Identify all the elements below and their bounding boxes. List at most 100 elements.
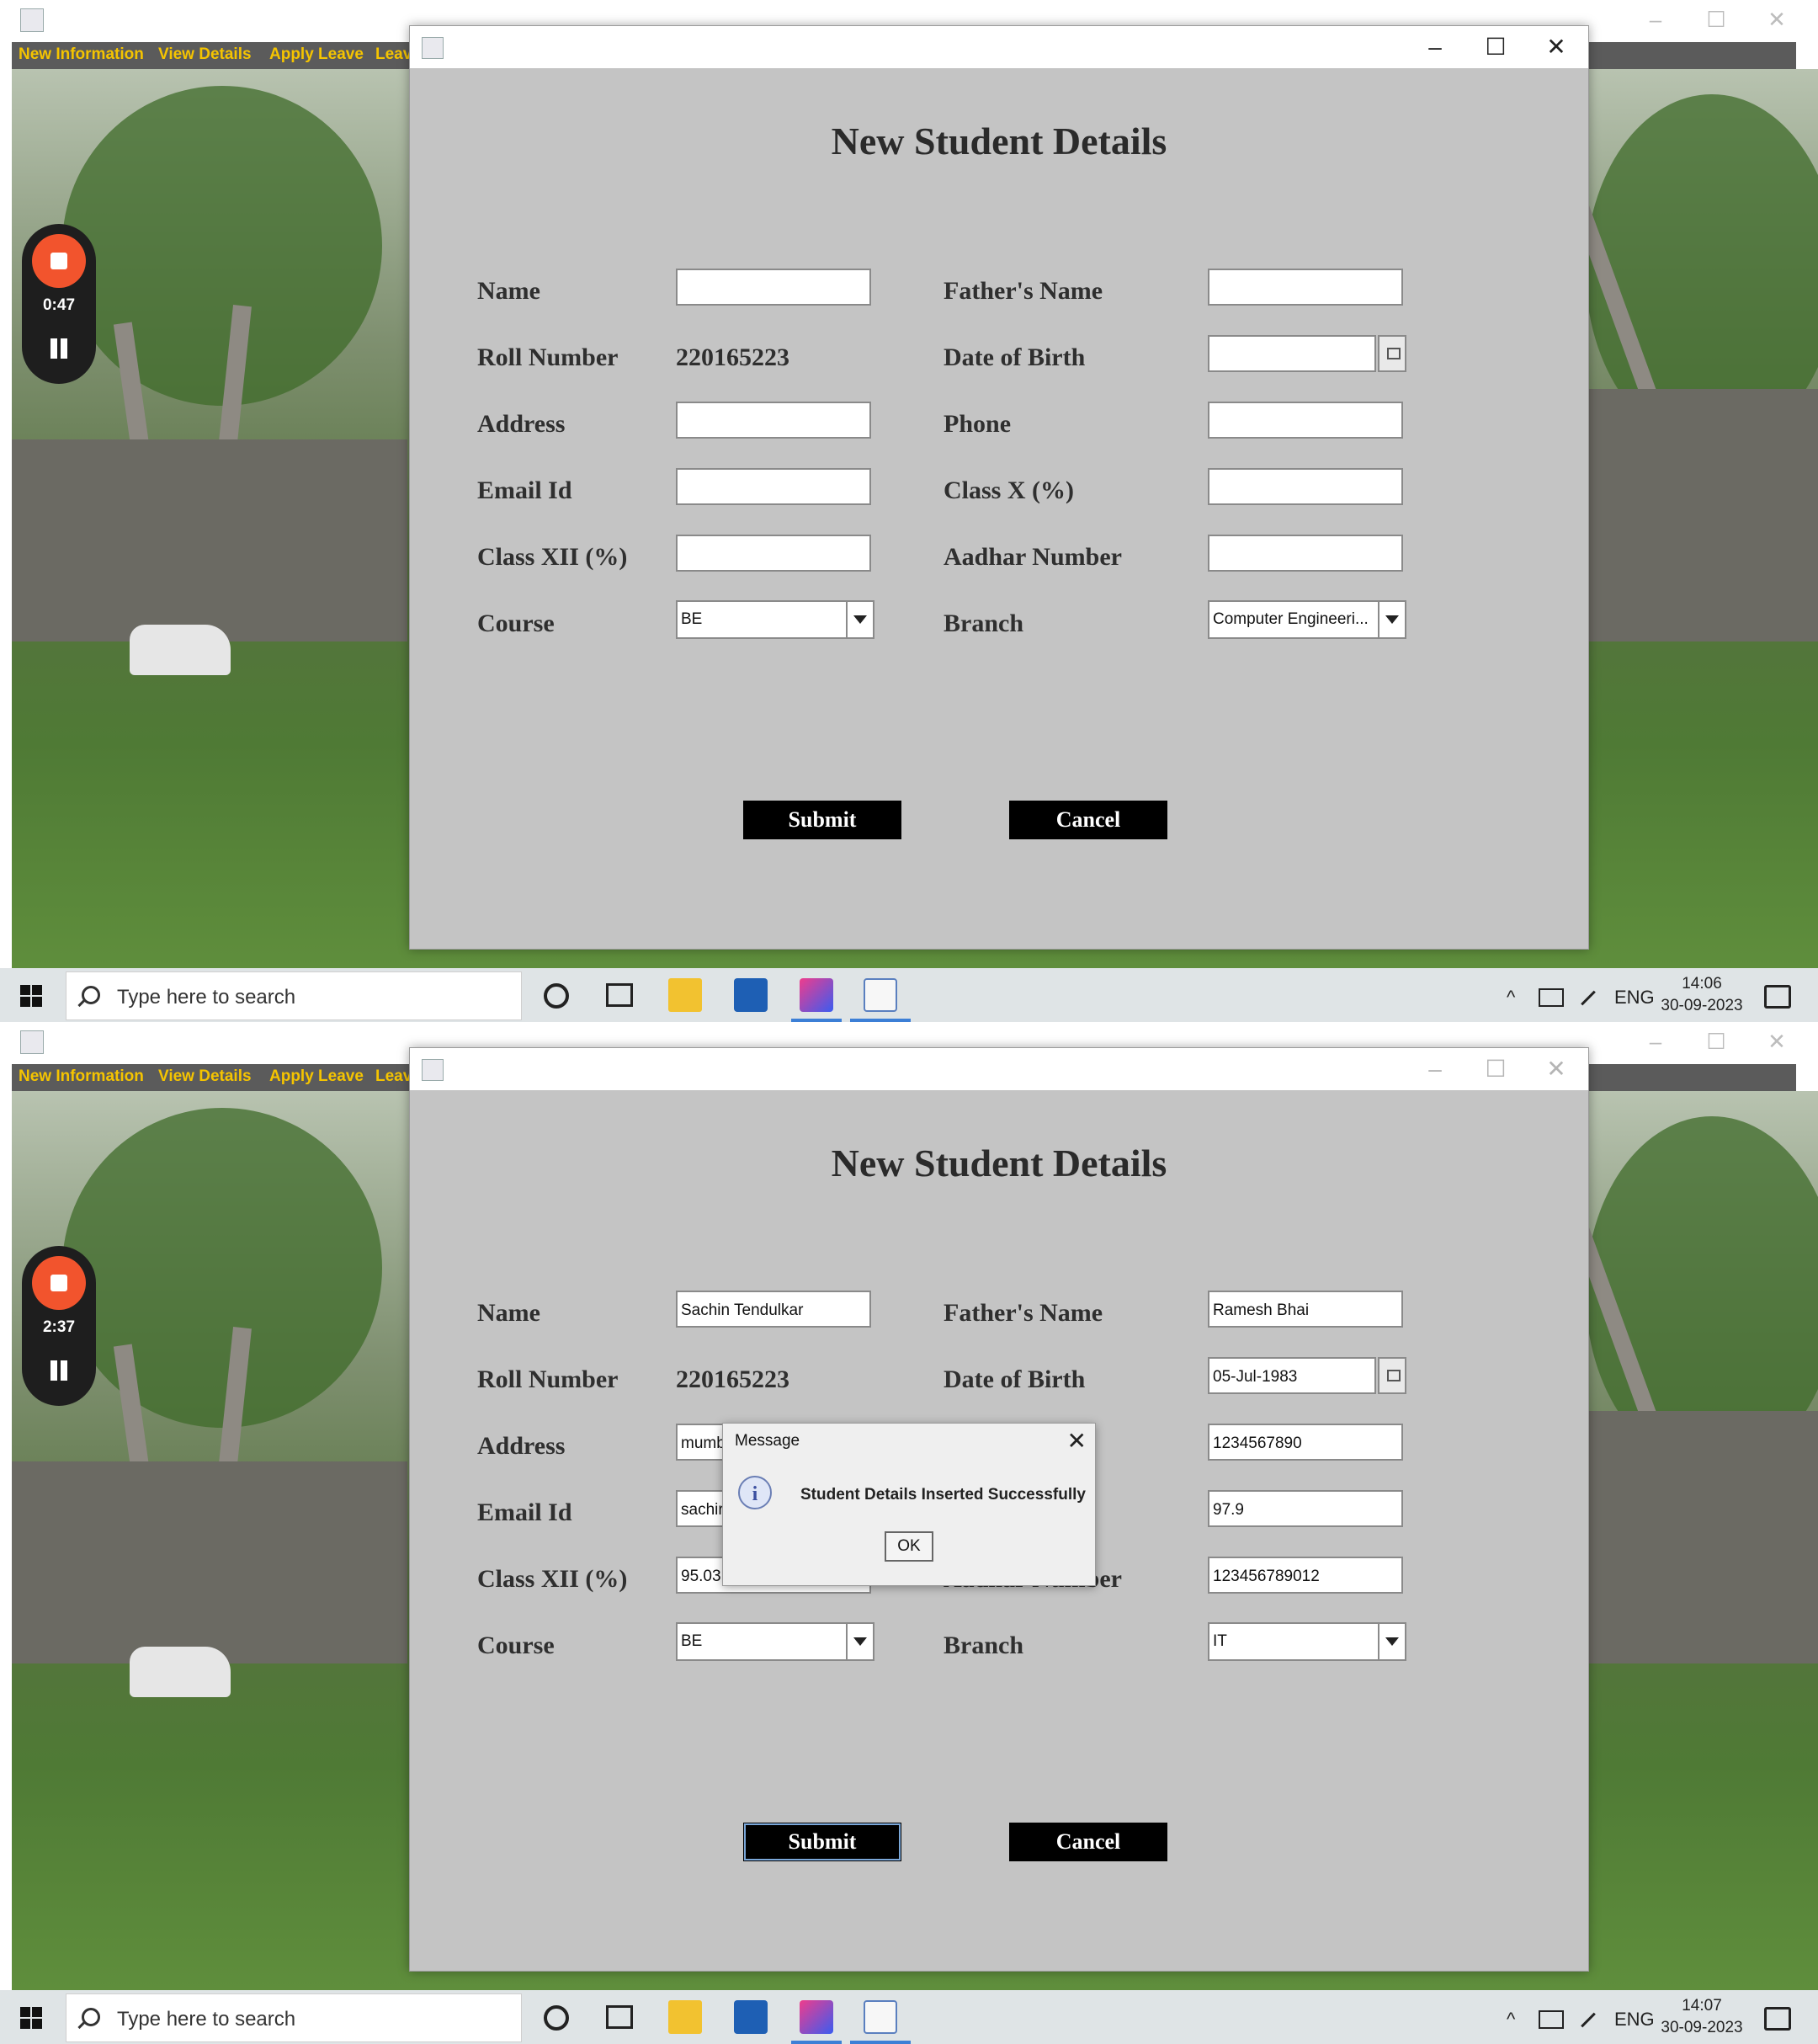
show-hidden-icons-icon[interactable]: ^	[1507, 2009, 1515, 2031]
cortana-icon[interactable]	[544, 2005, 569, 2031]
menu-view-details[interactable]: View Details	[158, 45, 252, 64]
close-button[interactable]: ✕	[1747, 3, 1806, 35]
aadhar-field[interactable]	[1208, 535, 1403, 572]
maximize-button[interactable]: ☐	[1470, 1053, 1521, 1085]
battery-icon[interactable]	[1539, 988, 1564, 1007]
menu-leave[interactable]: Leav	[375, 45, 412, 64]
chevron-down-icon[interactable]	[846, 1624, 873, 1659]
menu-leave[interactable]: Leav	[375, 1067, 412, 1086]
class-x-label: Class X (%)	[944, 476, 1074, 504]
name-field[interactable]: Sachin Tendulkar	[676, 1291, 871, 1328]
stop-recording-icon[interactable]	[32, 1256, 86, 1310]
menu-new-information[interactable]: New Information	[19, 45, 144, 64]
java-app-icon	[20, 1030, 44, 1054]
java-app-icon[interactable]	[864, 2000, 897, 2034]
windows-start-icon[interactable]	[20, 2007, 42, 2029]
roll-number-value: 220165223	[676, 343, 789, 371]
maximize-button[interactable]: ☐	[1687, 1025, 1746, 1057]
store-icon[interactable]	[734, 2000, 768, 2034]
java-app-icon	[422, 37, 444, 59]
search-placeholder: Type here to search	[117, 2008, 296, 2031]
minimize-button[interactable]: –	[1626, 1025, 1685, 1057]
pen-icon[interactable]	[1581, 990, 1596, 1006]
intellij-icon[interactable]	[800, 2000, 833, 2034]
chevron-down-icon[interactable]	[1378, 1624, 1405, 1659]
stop-recording-icon[interactable]	[32, 234, 86, 288]
intellij-icon[interactable]	[800, 978, 833, 1012]
pause-icon[interactable]	[47, 1360, 71, 1382]
dob-field[interactable]: 05-Jul-1983	[1208, 1357, 1376, 1394]
email-field[interactable]	[676, 468, 871, 505]
close-icon[interactable]: ✕	[1067, 1427, 1087, 1455]
language-indicator[interactable]: ENG	[1614, 987, 1655, 1009]
task-view-icon[interactable]	[606, 983, 633, 1007]
pen-icon[interactable]	[1581, 2012, 1596, 2028]
close-button[interactable]: ✕	[1531, 1053, 1581, 1085]
chevron-down-icon[interactable]	[1378, 602, 1405, 637]
language-indicator[interactable]: ENG	[1614, 2009, 1655, 2031]
submit-button[interactable]: Submit	[743, 801, 901, 839]
clock-date: 30-09-2023	[1661, 997, 1743, 1014]
aadhar-field[interactable]: 123456789012	[1208, 1557, 1403, 1594]
cancel-button[interactable]: Cancel	[1009, 801, 1167, 839]
clock[interactable]: 14:06 30-09-2023	[1651, 973, 1752, 1017]
submit-button[interactable]: Submit	[743, 1823, 901, 1861]
notification-icon[interactable]	[1764, 985, 1791, 1009]
minimize-button[interactable]: –	[1410, 1053, 1460, 1085]
address-field[interactable]	[676, 402, 871, 439]
dob-field[interactable]	[1208, 335, 1376, 372]
menu-apply-leave[interactable]: Apply Leave	[269, 1067, 364, 1086]
java-app-icon[interactable]	[864, 978, 897, 1012]
maximize-button[interactable]: ☐	[1687, 3, 1746, 35]
fathers-name-label: Father's Name	[944, 1299, 1103, 1327]
taskbar-search-box[interactable]: Type here to search	[66, 971, 522, 1020]
calendar-icon[interactable]	[1378, 1357, 1406, 1394]
menu-new-information[interactable]: New Information	[19, 1067, 144, 1086]
branch-label: Branch	[944, 609, 1024, 637]
minimize-button[interactable]: –	[1626, 3, 1685, 35]
taskbar: Type here to search ^ ENG 14:07 30-09-20…	[0, 1990, 1818, 2044]
maximize-button[interactable]: ☐	[1470, 31, 1521, 63]
roll-number-label: Roll Number	[477, 343, 619, 371]
file-explorer-icon[interactable]	[668, 2000, 702, 2034]
pause-icon[interactable]	[47, 338, 71, 360]
name-label: Name	[477, 277, 540, 305]
screenshot-panel-1: – ☐ ✕ New Information View Details Apply…	[0, 0, 1818, 1022]
minimize-button[interactable]: –	[1410, 31, 1460, 63]
phone-field[interactable]: 1234567890	[1208, 1424, 1403, 1461]
close-button[interactable]: ✕	[1747, 1025, 1806, 1057]
fathers-name-field[interactable]: Ramesh Bhai	[1208, 1291, 1403, 1328]
cancel-button[interactable]: Cancel	[1009, 1823, 1167, 1861]
dob-label: Date of Birth	[944, 1365, 1086, 1393]
class-xii-field[interactable]	[676, 535, 871, 572]
cortana-icon[interactable]	[544, 983, 569, 1009]
name-field[interactable]	[676, 269, 871, 306]
ok-button[interactable]: OK	[885, 1531, 933, 1562]
branch-select[interactable]: Computer Engineeri...	[1208, 600, 1406, 639]
branch-selected-value: IT	[1213, 1632, 1227, 1650]
form-title: New Student Details	[831, 120, 1167, 162]
windows-start-icon[interactable]	[20, 985, 42, 1007]
calendar-icon[interactable]	[1378, 335, 1406, 372]
phone-field[interactable]	[1208, 402, 1403, 439]
course-select[interactable]: BE	[676, 600, 874, 639]
branch-select[interactable]: IT	[1208, 1622, 1406, 1661]
show-hidden-icons-icon[interactable]: ^	[1507, 987, 1515, 1009]
battery-icon[interactable]	[1539, 2010, 1564, 2029]
notification-icon[interactable]	[1764, 2007, 1791, 2031]
file-explorer-icon[interactable]	[668, 978, 702, 1012]
store-icon[interactable]	[734, 978, 768, 1012]
chevron-down-icon[interactable]	[846, 602, 873, 637]
recording-timer: 0:47	[42, 296, 76, 314]
taskbar-search-box[interactable]: Type here to search	[66, 1993, 522, 2042]
branch-label: Branch	[944, 1631, 1024, 1659]
fathers-name-field[interactable]	[1208, 269, 1403, 306]
class-x-field[interactable]	[1208, 468, 1403, 505]
class-x-field[interactable]: 97.9	[1208, 1490, 1403, 1527]
menu-view-details[interactable]: View Details	[158, 1067, 252, 1086]
clock[interactable]: 14:07 30-09-2023	[1651, 1995, 1752, 2039]
close-button[interactable]: ✕	[1531, 31, 1581, 63]
task-view-icon[interactable]	[606, 2005, 633, 2029]
course-select[interactable]: BE	[676, 1622, 874, 1661]
menu-apply-leave[interactable]: Apply Leave	[269, 45, 364, 64]
